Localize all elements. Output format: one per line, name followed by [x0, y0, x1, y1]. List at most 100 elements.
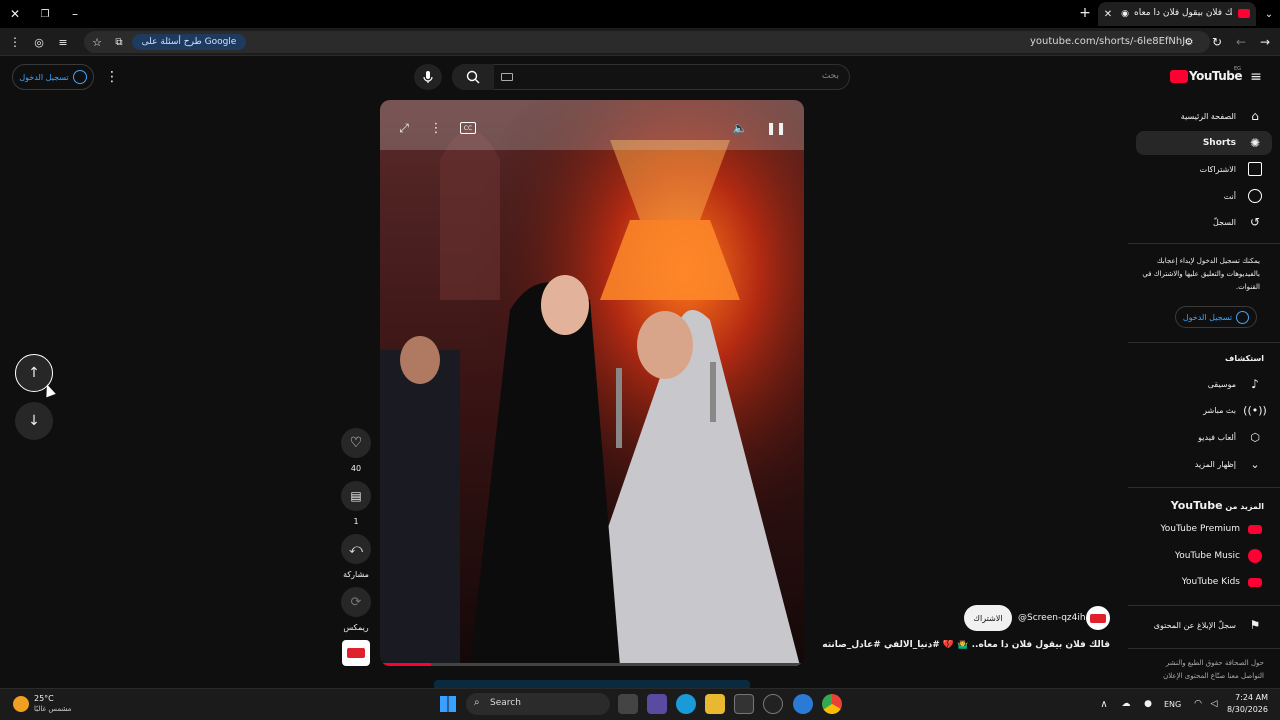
tab-audio-icon[interactable]: ◉	[1119, 8, 1131, 20]
back-icon[interactable]: →	[1258, 35, 1272, 49]
guide-menu-icon[interactable]: ≡	[1248, 68, 1264, 86]
share-button[interactable]: ⤺	[341, 534, 371, 564]
footer-links-1[interactable]: حول الصحافة حقوق الطبع والنشر	[1166, 659, 1264, 667]
sidebar-item-label: الاشتراكات	[1199, 164, 1236, 174]
restore-window-icon[interactable]: ❐	[38, 7, 52, 21]
remix-label: ريمكس	[343, 623, 369, 632]
remix-icon: ⟳	[350, 594, 362, 610]
sound-thumbnail[interactable]	[342, 640, 370, 666]
footer-links-2[interactable]: التواصل معنا صنّاع المحتوى الإعلان	[1163, 672, 1264, 680]
sidebar-item-subscriptions[interactable]: الاشتراكات	[1136, 157, 1272, 181]
app-icon[interactable]	[793, 694, 813, 714]
channel-avatar[interactable]	[1086, 606, 1110, 630]
video-frame	[380, 100, 804, 666]
sidebar-item-live[interactable]: بث مباشر ((•))	[1136, 398, 1272, 422]
app-icon[interactable]	[763, 694, 783, 714]
sidebar-item-premium[interactable]: YouTube Premium	[1136, 517, 1272, 541]
sidebar-item-kids[interactable]: YouTube Kids	[1136, 570, 1272, 594]
sidebar-item-label: أنت	[1223, 191, 1236, 201]
profile-icon[interactable]: ◎	[32, 34, 46, 50]
sidebar-divider	[1128, 487, 1280, 488]
network-tray-icon[interactable]: ☁	[1120, 697, 1132, 711]
chevron-down-icon: ⌄	[1250, 457, 1260, 471]
subscribe-label: الاشتراك	[973, 613, 1003, 623]
install-app-icon[interactable]: ⧉	[112, 35, 126, 49]
search-box[interactable]: بحث	[452, 64, 850, 90]
more-from-title: المزيد من YouTube	[1171, 499, 1264, 512]
explore-title: استكشاف	[1225, 354, 1264, 363]
sidebar-item-home[interactable]: الصفحة الرئيسية ⌂	[1136, 104, 1272, 128]
next-short-button[interactable]: ↓	[15, 402, 53, 440]
tab-close-icon[interactable]: ✕	[1102, 8, 1114, 20]
settings-dots-icon[interactable]: ⋮	[104, 68, 120, 86]
close-window-icon[interactable]: ✕	[8, 7, 22, 21]
history-icon: ↺	[1249, 215, 1261, 229]
comment-count: 1	[353, 517, 359, 526]
wifi-icon[interactable]: ◠	[1192, 697, 1204, 711]
windows-start-icon[interactable]	[440, 696, 456, 712]
ask-google-label: طرح أسئلة على Google	[141, 37, 237, 47]
voice-search-button[interactable]	[414, 64, 442, 90]
more-options-icon[interactable]: ⋮	[428, 120, 444, 136]
sidebar-item-label: الصفحة الرئيسية	[1180, 111, 1236, 121]
tab-search-icon[interactable]: ⌄	[1262, 7, 1276, 21]
short-video-player[interactable]: ⤢ ⋮ CC 🔈 ❚❚	[380, 100, 804, 666]
chrome-icon[interactable]	[822, 694, 842, 714]
sidebar-signin-button[interactable]: تسجيل الدخول	[1175, 306, 1257, 328]
forward-icon[interactable]: ←	[1234, 35, 1248, 49]
gaming-icon: ⬡	[1250, 430, 1260, 444]
minimize-window-icon[interactable]: –	[68, 7, 82, 21]
youtube-logo[interactable]: YouTube EG	[1170, 66, 1243, 88]
sidebar-item-gaming[interactable]: ألعاب فيديو ⬡	[1136, 425, 1272, 449]
channel-logo-icon	[1090, 613, 1106, 623]
widgets-icon[interactable]	[647, 694, 667, 714]
new-tab-icon[interactable]: +	[1078, 5, 1092, 21]
signin-button[interactable]: تسجيل الدخول	[12, 64, 94, 90]
share-icon: ⤺	[349, 541, 363, 557]
url-text[interactable]: youtube.com/shorts/-6le8EfNhJc	[1030, 36, 1191, 47]
sidebar-item-history[interactable]: السجلّ ↺	[1136, 210, 1272, 234]
pause-icon[interactable]: ❚❚	[766, 120, 786, 136]
sidebar-item-shorts[interactable]: Shorts ✺	[1136, 131, 1272, 155]
progress-bar[interactable]	[380, 663, 804, 666]
mute-icon[interactable]: 🔈	[732, 120, 748, 136]
flag-icon: ⚑	[1249, 618, 1261, 632]
comment-button[interactable]: ▤	[341, 481, 371, 511]
clock-time[interactable]: 7:24 AM	[1235, 693, 1268, 702]
mic-tray-icon[interactable]: ●	[1142, 697, 1154, 711]
menu-dots-icon[interactable]: ⋮	[8, 34, 22, 50]
task-view-icon[interactable]	[618, 694, 638, 714]
search-button[interactable]	[452, 64, 494, 90]
live-icon: ((•))	[1243, 403, 1267, 417]
file-explorer-icon[interactable]	[705, 694, 725, 714]
reading-list-icon[interactable]: ≡	[56, 34, 70, 50]
clock-date[interactable]: 8/30/2026	[1227, 705, 1268, 714]
edge-icon[interactable]	[676, 694, 696, 714]
tray-chevron-icon[interactable]: ∧	[1098, 697, 1110, 711]
sidebar-item-you[interactable]: أنت	[1136, 184, 1272, 208]
weather-temp[interactable]: 25°C	[34, 694, 54, 703]
subscribe-button[interactable]: الاشتراك	[964, 605, 1012, 631]
sidebar-item-music[interactable]: موسيقى ♪	[1136, 372, 1272, 396]
ask-google-chip[interactable]: طرح أسئلة على Google	[132, 34, 246, 50]
taskbar-search[interactable]: ⌕ Search	[466, 693, 610, 715]
reload-icon[interactable]: ↻	[1210, 35, 1224, 49]
weather-icon[interactable]	[13, 696, 29, 712]
site-info-icon[interactable]: ⚙	[1182, 35, 1196, 49]
like-button[interactable]: ♡	[341, 428, 371, 458]
sidebar-item-show-more[interactable]: إظهار المزيد ⌄	[1136, 452, 1272, 476]
store-icon[interactable]	[734, 694, 754, 714]
channel-name[interactable]: @Screen-qz4ih	[1018, 613, 1086, 623]
sidebar-item-music-app[interactable]: YouTube Music	[1136, 544, 1272, 568]
volume-icon[interactable]: ◁	[1208, 697, 1220, 711]
remix-button[interactable]: ⟳	[341, 587, 371, 617]
captions-icon[interactable]: CC	[460, 122, 476, 134]
sidebar-item-label: سجلّ الإبلاغ عن المحتوى	[1153, 620, 1236, 630]
keyboard-icon[interactable]	[501, 73, 513, 81]
sidebar-item-report[interactable]: سجلّ الإبلاغ عن المحتوى ⚑	[1136, 613, 1272, 637]
search-icon: ⌕	[474, 697, 480, 708]
language-indicator[interactable]: ENG	[1164, 700, 1181, 709]
search-placeholder: بحث	[821, 71, 839, 81]
bookmark-star-icon[interactable]: ☆	[90, 35, 104, 49]
fullscreen-icon[interactable]: ⤢	[396, 120, 412, 136]
